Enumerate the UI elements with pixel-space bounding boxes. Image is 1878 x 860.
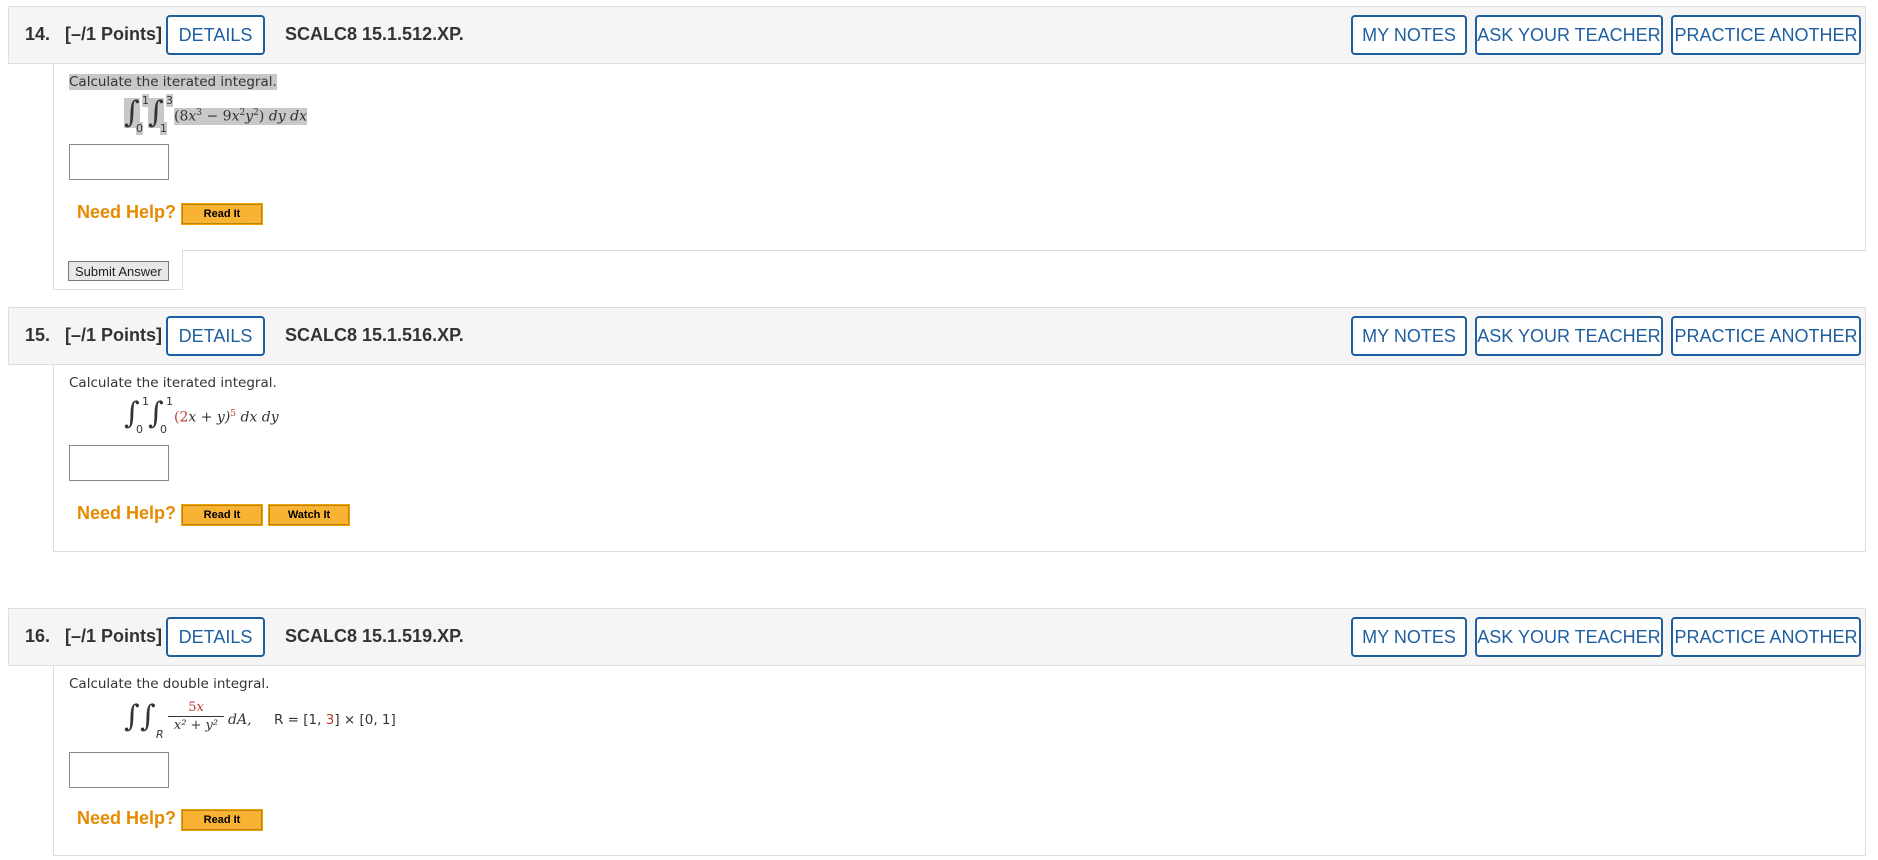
answer-input[interactable] — [69, 144, 169, 180]
question-body-16: Calculate the double integral. ∫ ∫ R 5x … — [53, 666, 1866, 856]
details-button[interactable]: DETAILS — [166, 316, 265, 356]
answer-input[interactable] — [69, 445, 169, 481]
read-it-button[interactable]: Read It — [181, 504, 263, 526]
inner-upper-limit: 1 — [166, 395, 173, 408]
answer-input[interactable] — [69, 752, 169, 788]
details-button[interactable]: DETAILS — [166, 15, 265, 55]
region-definition: R = [1, 3] × [0, 1] — [274, 712, 396, 728]
my-notes-button[interactable]: MY NOTES — [1351, 316, 1467, 356]
dA: dA, — [228, 712, 252, 728]
my-notes-button[interactable]: MY NOTES — [1351, 15, 1467, 55]
read-it-button[interactable]: Read It — [181, 809, 263, 831]
integrand: (2x + y)5 dx dy — [174, 409, 279, 426]
differentials: dx dy — [236, 409, 279, 426]
integral-expression: ∫ 1 0 ∫ 1 0 (2x + y)5 dx dy — [124, 395, 524, 443]
question-header-15: 15. [–/1 Points] DETAILS SCALC8 15.1.516… — [8, 307, 1866, 365]
question-prompt: Calculate the double integral. — [69, 676, 270, 692]
outer-lower-limit: 0 — [136, 122, 143, 135]
differentials: dy dx — [268, 108, 307, 125]
integral-expression: ∫ ∫ R 5x x² + y² dA, R = [1, 3] × [0, 1] — [124, 696, 624, 744]
watch-it-button[interactable]: Watch It — [268, 504, 350, 526]
integral-sign-outer: ∫ — [124, 699, 140, 734]
question-code: SCALC8 15.1.519.XP. — [285, 626, 464, 646]
question-code: SCALC8 15.1.512.XP. — [285, 24, 464, 44]
region-subscript: R — [156, 728, 164, 741]
integral-sign-inner: ∫ — [140, 699, 156, 734]
outer-lower-limit: 0 — [136, 423, 143, 436]
question-number: 15. — [25, 325, 51, 345]
question-prompt: Calculate the iterated integral. — [69, 74, 277, 90]
question-code: SCALC8 15.1.516.XP. — [285, 325, 464, 345]
question-number: 14. — [25, 24, 51, 44]
practice-another-button[interactable]: PRACTICE ANOTHER — [1671, 15, 1861, 55]
integral-expression: ∫ 1 0 ∫ 3 1 (8x3 − 9x2y2) dy dx — [124, 94, 524, 142]
numerator-var: x — [196, 700, 204, 715]
question-header-16: 16. [–/1 Points] DETAILS SCALC8 15.1.519… — [8, 608, 1866, 666]
my-notes-button[interactable]: MY NOTES — [1351, 617, 1467, 657]
need-help-label: Need Help? — [77, 202, 177, 222]
need-help-label: Need Help? — [77, 503, 177, 523]
need-help-label: Need Help? — [77, 808, 177, 828]
ask-teacher-button[interactable]: ASK YOUR TEACHER — [1475, 15, 1663, 55]
practice-another-button[interactable]: PRACTICE ANOTHER — [1671, 316, 1861, 356]
question-body-14: Calculate the iterated integral. ∫ 1 0 ∫… — [53, 64, 1866, 251]
submit-area: Submit Answer — [53, 250, 183, 290]
inner-lower-limit: 0 — [160, 423, 167, 436]
question-points: [–/1 Points] — [65, 626, 163, 646]
ask-teacher-button[interactable]: ASK YOUR TEACHER — [1475, 617, 1663, 657]
fraction: 5x x² + y² — [168, 700, 224, 733]
ask-teacher-button[interactable]: ASK YOUR TEACHER — [1475, 316, 1663, 356]
question-points: [–/1 Points] — [65, 24, 163, 44]
inner-lower-limit: 1 — [160, 122, 167, 135]
denominator: x² + y² — [173, 718, 219, 733]
question-body-15: Calculate the iterated integral. ∫ 1 0 ∫… — [53, 365, 1866, 552]
submit-answer-button[interactable]: Submit Answer — [68, 261, 169, 281]
question-header-14: 14. [–/1 Points] DETAILS SCALC8 15.1.512… — [8, 6, 1866, 64]
question-prompt: Calculate the iterated integral. — [69, 375, 277, 391]
practice-another-button[interactable]: PRACTICE ANOTHER — [1671, 617, 1861, 657]
details-button[interactable]: DETAILS — [166, 617, 265, 657]
question-points: [–/1 Points] — [65, 325, 163, 345]
question-number: 16. — [25, 626, 51, 646]
integrand: (8x3 − 9x2y2) dy dx — [174, 108, 307, 125]
inner-upper-limit: 3 — [166, 94, 173, 107]
read-it-button[interactable]: Read It — [181, 203, 263, 225]
